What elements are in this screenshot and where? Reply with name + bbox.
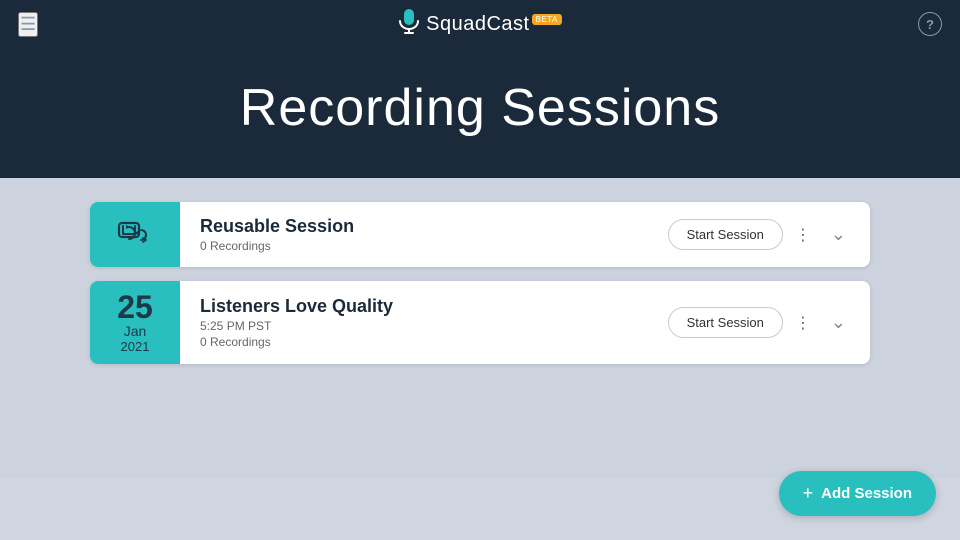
expand-button-scheduled[interactable]: ⌄ — [823, 308, 854, 337]
logo-text: SquadCastBETA — [426, 13, 562, 36]
session-date-month: Jan — [124, 323, 147, 339]
start-session-button-reusable[interactable]: Start Session — [668, 219, 783, 250]
session-recordings-scheduled: 0 Recordings — [200, 335, 648, 349]
add-session-label: Add Session — [821, 485, 912, 502]
start-session-button-scheduled[interactable]: Start Session — [668, 307, 783, 338]
session-reusable-icon-box — [90, 202, 180, 267]
session-card-scheduled: 25 Jan 2021 Listeners Love Quality 5:25 … — [90, 281, 870, 364]
reusable-session-icon — [113, 213, 157, 257]
menu-icon[interactable]: ☰ — [18, 12, 38, 37]
session-name-reusable: Reusable Session — [200, 216, 648, 237]
expand-button-reusable[interactable]: ⌄ — [823, 220, 854, 249]
add-plus-icon: + — [803, 483, 814, 504]
session-actions-reusable: Start Session ⋮ ⌄ — [668, 219, 870, 250]
session-info-scheduled: Listeners Love Quality 5:25 PM PST 0 Rec… — [180, 282, 668, 363]
session-card-reusable: Reusable Session 0 Recordings Start Sess… — [90, 202, 870, 267]
session-recordings-reusable: 0 Recordings — [200, 239, 648, 253]
help-icon[interactable]: ? — [918, 12, 942, 36]
beta-badge: BETA — [532, 14, 562, 25]
session-time: 5:25 PM PST — [200, 319, 648, 333]
more-options-button-reusable[interactable]: ⋮ — [789, 221, 817, 249]
app-logo: SquadCastBETA — [398, 7, 562, 41]
session-actions-scheduled: Start Session ⋮ ⌄ — [668, 307, 870, 338]
page-title-area: Recording Sessions — [0, 48, 960, 178]
microphone-icon — [398, 7, 420, 41]
session-date-year: 2021 — [121, 339, 150, 354]
session-info-reusable: Reusable Session 0 Recordings — [180, 202, 668, 267]
session-date-box: 25 Jan 2021 — [90, 281, 180, 364]
session-name-scheduled: Listeners Love Quality — [200, 296, 648, 317]
sessions-list: Reusable Session 0 Recordings Start Sess… — [0, 178, 960, 478]
page-title: Recording Sessions — [0, 78, 960, 138]
more-options-button-scheduled[interactable]: ⋮ — [789, 309, 817, 337]
session-date-day: 25 — [117, 291, 153, 323]
app-header: ☰ SquadCastBETA ? — [0, 0, 960, 48]
add-session-button[interactable]: + Add Session — [779, 471, 936, 516]
add-session-area: + Add Session — [779, 471, 936, 516]
